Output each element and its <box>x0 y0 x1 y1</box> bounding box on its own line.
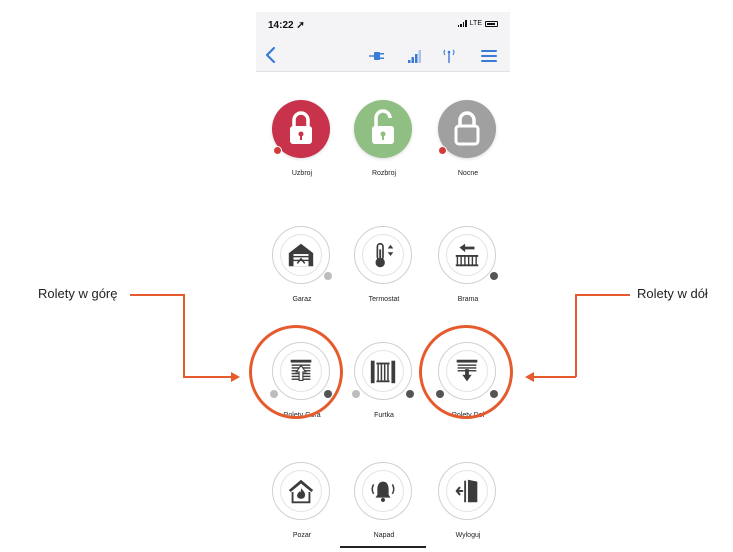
wicket-icon <box>370 360 396 384</box>
tile-label: Pozar <box>292 532 312 539</box>
network-type: LTE <box>469 20 482 27</box>
bell-icon <box>371 481 395 502</box>
callout-arrow-left <box>231 372 240 382</box>
callout-line-right-horizontal <box>575 294 630 296</box>
callout-arrow-right <box>525 372 534 382</box>
pozar-button-face <box>280 470 322 512</box>
navbar <box>256 40 510 72</box>
tile-uzbroj[interactable]: Uzbroj <box>262 100 342 180</box>
callout-label-blinds-up: Rolety w górę <box>38 286 118 301</box>
battery-icon <box>485 20 498 27</box>
tile-label: Termostat <box>368 296 400 303</box>
callout-line-left-horizontal <box>130 294 184 296</box>
status-dot-left <box>352 390 360 398</box>
napad-button[interactable] <box>354 462 412 520</box>
cell-signal-icon <box>457 20 467 27</box>
tile-napad[interactable]: Napad <box>344 462 424 542</box>
termostat-button[interactable] <box>354 226 412 284</box>
wyloguj-button[interactable] <box>438 462 496 520</box>
napad-button-face <box>362 470 404 512</box>
phone-screen: 14:22 ➚ LTE Uzbroj Rozbroj Nocne Garaz T… <box>256 12 510 552</box>
status-right: LTE <box>457 20 498 27</box>
tile-nocne[interactable]: Nocne <box>428 100 508 180</box>
tile-pozar[interactable]: Pozar <box>262 462 342 542</box>
tile-label: Furtka <box>374 412 394 419</box>
home-indicator <box>340 546 426 548</box>
tile-garaz[interactable]: Garaz <box>262 226 342 306</box>
logout-door-icon <box>455 479 478 503</box>
tile-label: Brama <box>457 296 479 303</box>
plug-icon[interactable] <box>368 47 386 65</box>
callout-line-left-horizontal-2 <box>183 376 231 378</box>
status-badge <box>273 146 282 155</box>
highlight-ring-rolety-dol <box>419 325 513 419</box>
status-badge <box>438 146 447 155</box>
antenna-icon[interactable] <box>440 47 458 65</box>
brama-button[interactable] <box>438 226 496 284</box>
callout-line-left-vertical <box>183 294 185 377</box>
tile-label: Uzbroj <box>291 170 313 177</box>
pozar-button[interactable] <box>272 462 330 520</box>
status-dot-right <box>406 390 414 398</box>
furtka-button-face <box>362 350 404 392</box>
highlight-ring-rolety-gora <box>249 325 343 419</box>
status-bar: 14:22 ➚ LTE <box>256 12 510 40</box>
callout-line-right-horizontal-2 <box>534 376 576 378</box>
tile-label: Nocne <box>457 170 479 177</box>
signal-strength-icon[interactable] <box>406 47 424 65</box>
furtka-button[interactable] <box>354 342 412 400</box>
menu-icon[interactable] <box>480 47 498 65</box>
termostat-button-face <box>362 234 404 276</box>
tile-termostat[interactable]: Termostat <box>344 226 424 306</box>
tile-brama[interactable]: Brama <box>428 226 508 306</box>
fire-house-icon <box>288 479 314 504</box>
status-time: 14:22 ➚ <box>268 20 305 31</box>
tile-label: Napad <box>373 532 395 539</box>
tile-wyloguj[interactable]: Wyloguj <box>428 462 508 542</box>
garage-icon <box>288 243 314 267</box>
tile-label: Wyloguj <box>455 532 481 539</box>
callout-line-right-vertical <box>575 294 577 377</box>
tile-label: Garaz <box>292 296 312 303</box>
back-chevron-icon[interactable] <box>262 45 280 65</box>
garaz-button[interactable] <box>272 226 330 284</box>
status-dot <box>324 272 332 280</box>
padlock-icon <box>372 109 394 144</box>
garaz-button-face <box>280 234 322 276</box>
tile-furtka[interactable]: Furtka <box>344 342 424 422</box>
thermometer-icon <box>375 242 394 268</box>
brama-button-face <box>446 234 488 276</box>
wyloguj-button-face <box>446 470 488 512</box>
tile-label: Rozbroj <box>371 170 397 177</box>
callout-label-blinds-down: Rolety w dół <box>637 286 708 301</box>
tile-rozbroj[interactable]: Rozbroj <box>344 100 424 180</box>
rozbroj-button[interactable] <box>354 100 412 158</box>
gate-icon <box>455 243 479 267</box>
status-dot <box>490 272 498 280</box>
